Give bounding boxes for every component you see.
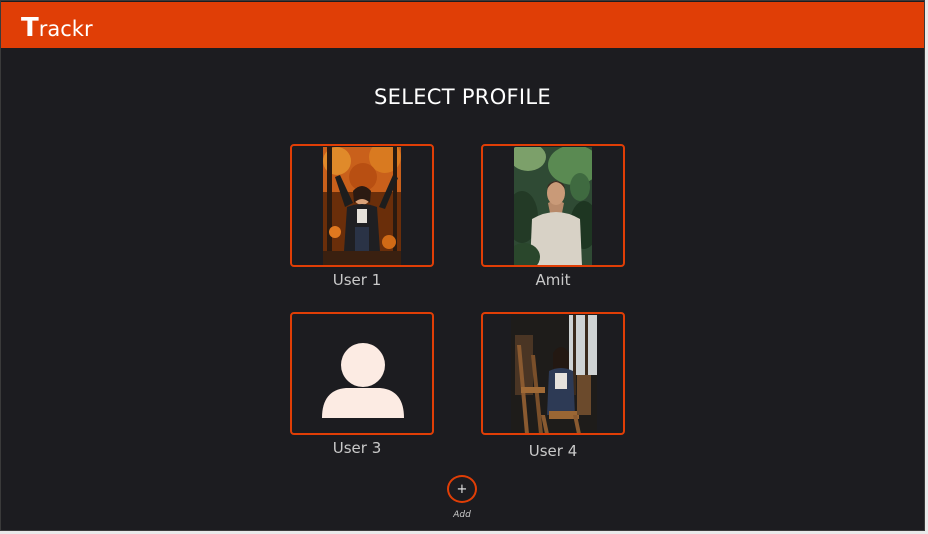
profile-card-user-1[interactable]	[290, 144, 434, 267]
plus-icon: +	[456, 481, 468, 497]
profile-name-user-3[interactable]: User 3	[285, 439, 429, 457]
profile-card-user-4[interactable]	[481, 312, 625, 435]
user-icon	[322, 343, 404, 418]
add-profile-label: Add	[453, 510, 471, 520]
profile-card-amit[interactable]	[481, 144, 625, 267]
app-logo[interactable]: T rackr	[21, 15, 93, 41]
profile-name-user-4[interactable]: User 4	[481, 442, 625, 460]
profile-photo-user-1	[323, 147, 401, 265]
profile-photo-amit	[514, 147, 592, 265]
profile-photo-user-4	[511, 315, 597, 433]
brand-initial: T	[21, 13, 39, 43]
app-window: T rackr SELECT PROFILE User 1 Amit User …	[0, 0, 925, 531]
page-title: SELECT PROFILE	[374, 85, 551, 109]
brand-name: rackr	[38, 17, 93, 41]
profile-card-user-3[interactable]	[290, 312, 434, 435]
profile-name-amit[interactable]: Amit	[481, 271, 625, 289]
add-profile-button[interactable]: +	[447, 475, 477, 503]
profile-name-user-1[interactable]: User 1	[285, 271, 429, 289]
top-bar: T rackr	[1, 2, 924, 48]
